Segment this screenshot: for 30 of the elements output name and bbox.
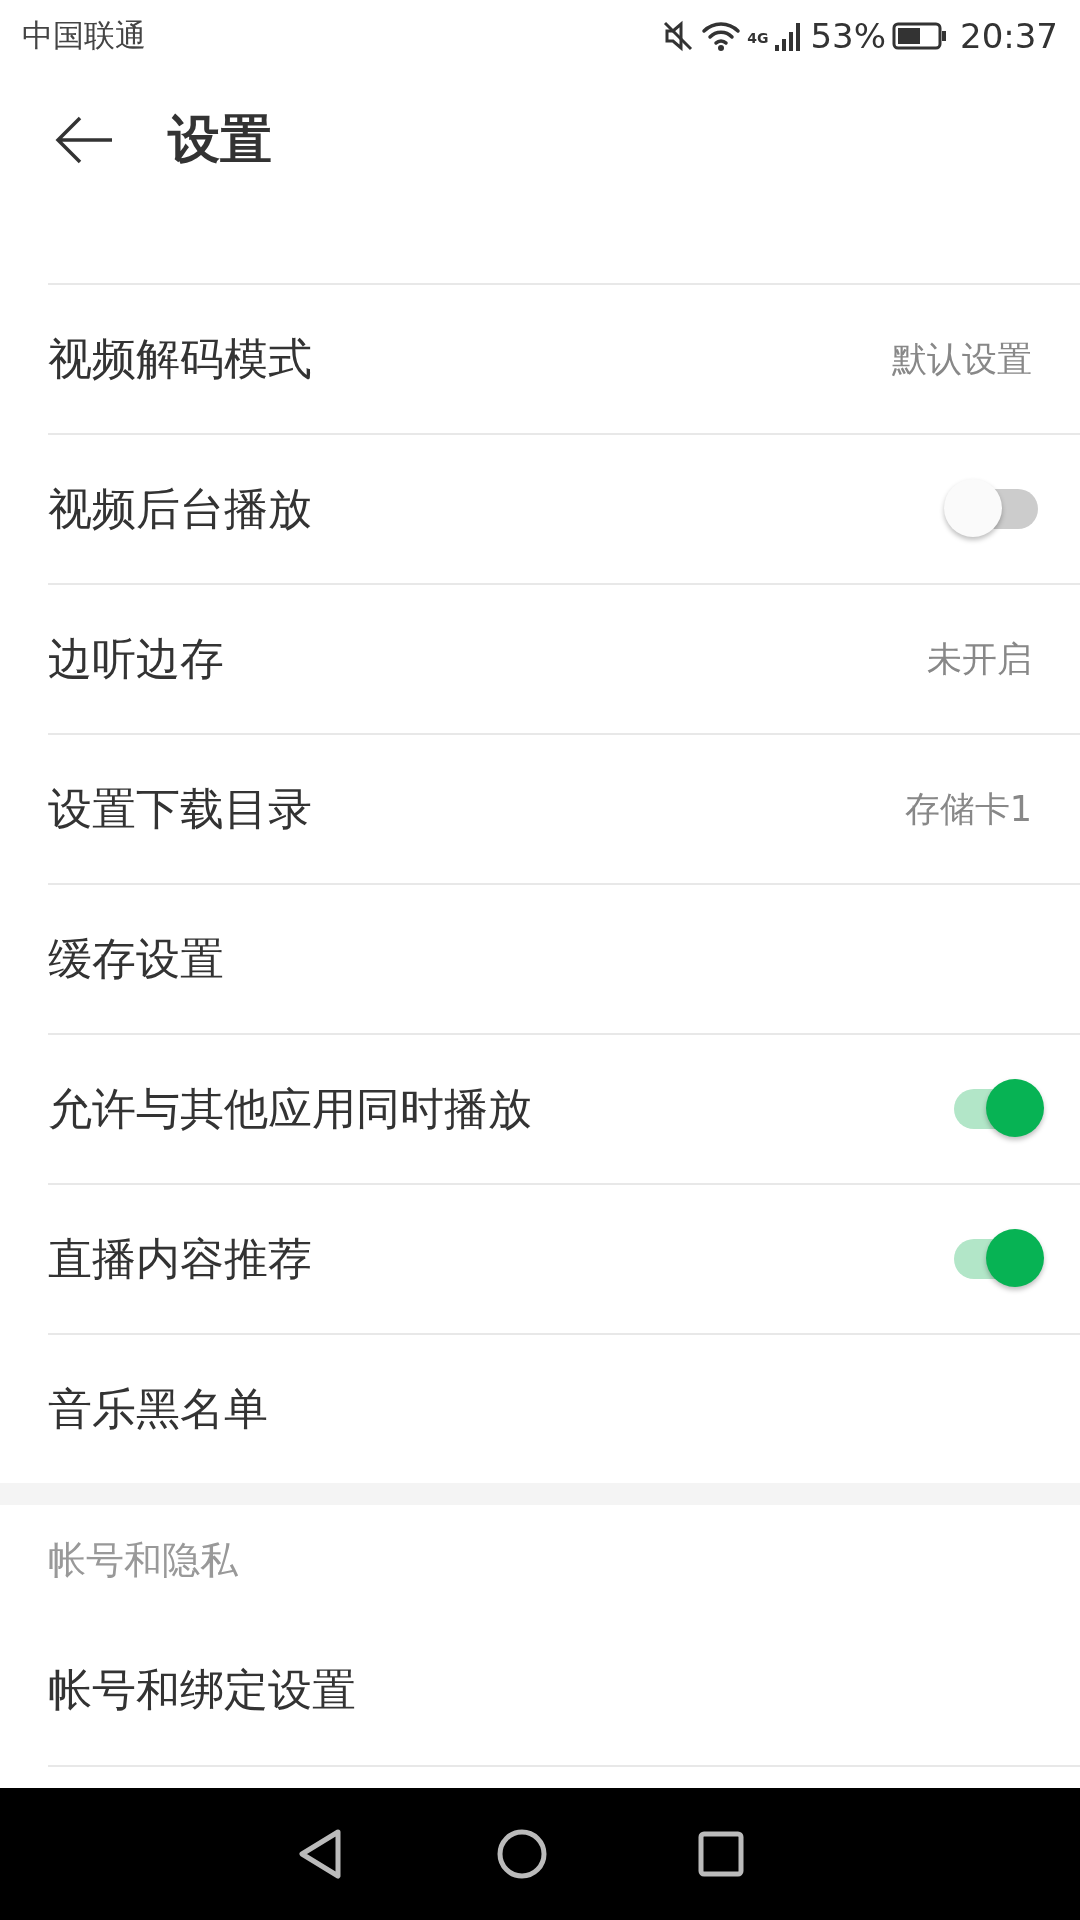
network-type: 4G [747, 30, 769, 46]
settings-row[interactable]: 直播内容推荐 [48, 1183, 1080, 1333]
row-label: 视频后台播放 [48, 481, 312, 536]
recents-nav-icon[interactable] [698, 1831, 744, 1877]
home-nav-icon[interactable] [496, 1828, 548, 1880]
settings-row[interactable]: 设置下载目录 存储卡1 [48, 733, 1080, 883]
settings-row[interactable]: 缓存设置 [48, 883, 1080, 1033]
page-title: 设置 [168, 107, 272, 171]
row-label: 设置下载目录 [48, 781, 312, 836]
row-label: 音乐黑名单 [48, 1381, 268, 1436]
row-label: 允许与其他应用同时播放 [48, 1081, 532, 1136]
row-label: 缓存设置 [48, 931, 224, 986]
settings-row[interactable]: 帐号和绑定设置 [48, 1615, 1080, 1767]
section-header: 帐号和隐私 [47, 1536, 239, 1584]
row-value: 默认设置 [892, 337, 1032, 381]
settings-row[interactable]: 允许与其他应用同时播放 [48, 1033, 1080, 1183]
row-label: 视频解码模式 [48, 331, 312, 386]
battery-percent: 53% [810, 16, 886, 56]
row-value: 未开启 [927, 637, 1032, 681]
carrier-name: 中国联通 [22, 16, 146, 55]
settings-row[interactable]: 边听边存 未开启 [48, 583, 1080, 733]
battery-icon [892, 21, 948, 51]
row-value: 存储卡1 [904, 787, 1032, 831]
clock: 20:37 [960, 16, 1058, 56]
row-label: 帐号和绑定设置 [48, 1662, 356, 1717]
settings-row[interactable]: 视频后台播放 [48, 433, 1080, 583]
row-label: 直播内容推荐 [48, 1231, 312, 1286]
settings-row[interactable]: 视频解码模式 默认设置 [48, 283, 1080, 433]
row-label: 边听边存 [48, 631, 224, 686]
wifi-icon [701, 19, 742, 53]
